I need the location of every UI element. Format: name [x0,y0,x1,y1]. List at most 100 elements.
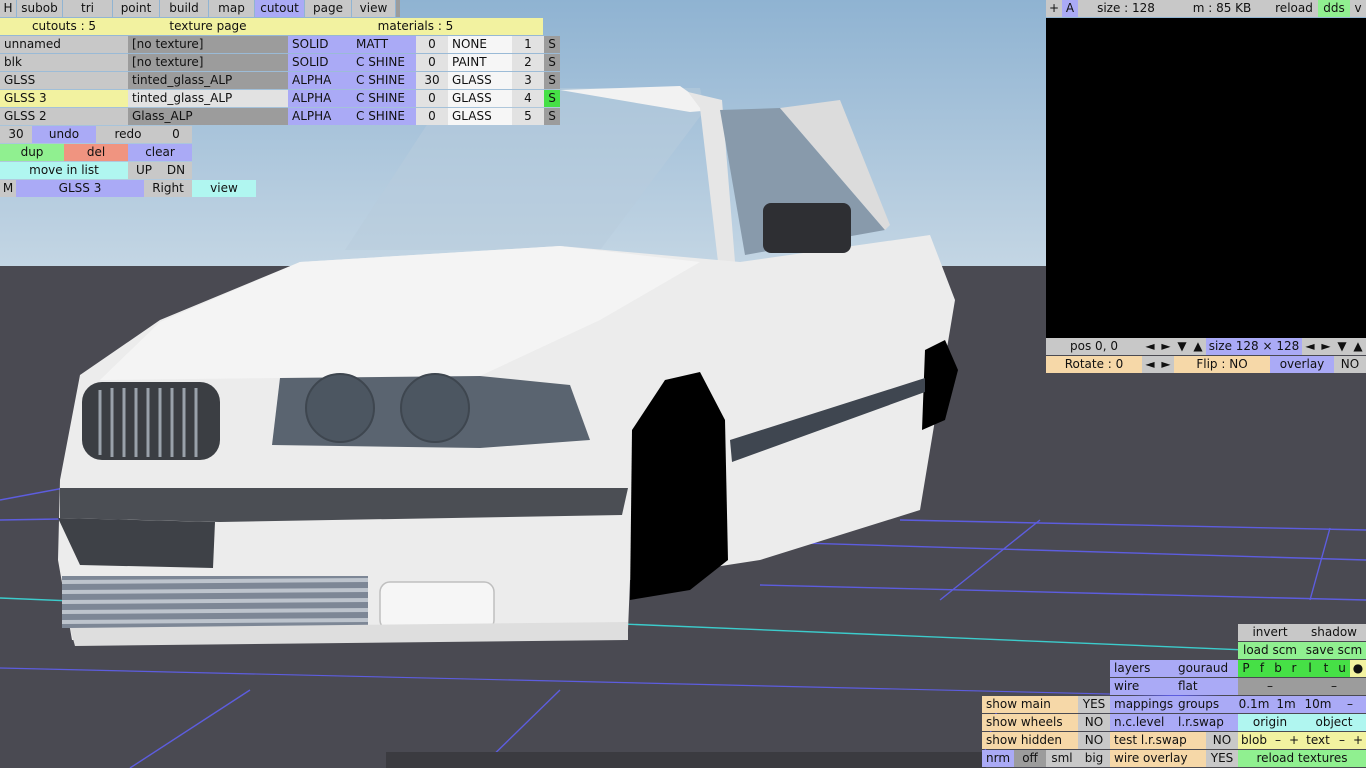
rotate-right-arrow-icon[interactable]: ► [1158,356,1174,373]
grid-1m-button[interactable]: 1m [1270,696,1302,713]
big-button[interactable]: big [1078,750,1110,767]
size-left-arrow-icon[interactable]: ◄ [1302,338,1318,355]
test-lr-swap-label[interactable]: test l.r.swap [1110,732,1206,749]
cutout-shine[interactable]: C SHINE [352,72,416,89]
blob-minus-button[interactable]: – [1270,732,1286,749]
v-button[interactable]: v [1350,0,1366,17]
cutout-select-button[interactable]: S [544,36,560,53]
reload-textures-button[interactable]: reload textures [1238,750,1366,767]
nc-level-button[interactable]: n.c.level [1110,714,1174,731]
move-down-button[interactable]: DN [160,162,192,179]
undo-button[interactable]: undo [32,126,96,143]
pos-right-arrow-icon[interactable]: ► [1158,338,1174,355]
clear-button[interactable]: clear [128,144,192,161]
cutout-material[interactable]: GLASS [448,90,512,107]
save-scm-button[interactable]: save scm [1302,642,1366,659]
overlay-button[interactable]: overlay [1270,356,1334,373]
lr-swap-button[interactable]: l.r.swap [1174,714,1238,731]
flip-toggle[interactable]: Flip : NO [1174,356,1270,373]
cutout-name[interactable]: GLSS [0,72,128,89]
cutout-mode[interactable]: ALPHA [288,108,352,125]
text-minus-button[interactable]: – [1334,732,1350,749]
move-up-button[interactable]: UP [128,162,160,179]
cutout-texture[interactable]: tinted_glass_ALP [128,72,288,89]
show-main-label[interactable]: show main [982,696,1078,713]
layer-toggle-7[interactable]: ● [1350,660,1366,677]
size-right-arrow-icon[interactable]: ► [1318,338,1334,355]
cutout-select-button[interactable]: S [544,90,560,107]
menu-tab-build[interactable]: build [160,0,208,17]
cutout-texture[interactable]: Glass_ALP [128,108,288,125]
cutout-select-button[interactable]: S [544,108,560,125]
object-button[interactable]: object [1302,714,1366,731]
mappings-button[interactable]: mappings [1110,696,1174,713]
cutout-select-button[interactable]: S [544,72,560,89]
layer-toggle-0[interactable]: P [1238,660,1254,677]
cutout-value[interactable]: 0 [416,36,448,53]
cutout-value[interactable]: 30 [416,72,448,89]
layer-toggle-2[interactable]: b [1270,660,1286,677]
groups-button[interactable]: groups [1174,696,1238,713]
cutout-material[interactable]: NONE [448,36,512,53]
layer-toggle-6[interactable]: u [1334,660,1350,677]
cutout-texture[interactable]: tinted_glass_ALP [128,90,288,107]
blob-plus-button[interactable]: + [1286,732,1302,749]
wire-overlay-label[interactable]: wire overlay [1110,750,1206,767]
size-up-arrow-icon[interactable]: ▲ [1350,338,1366,355]
layer-toggle-4[interactable]: l [1302,660,1318,677]
cutout-mode[interactable]: SOLID [288,54,352,71]
menu-tab-subob[interactable]: subob [17,0,62,17]
grid-off-button[interactable]: – [1334,696,1366,713]
cutout-shine[interactable]: C SHINE [352,108,416,125]
cutout-index[interactable]: 5 [512,108,544,125]
view-button[interactable]: view [192,180,256,197]
rotate-left-arrow-icon[interactable]: ◄ [1142,356,1158,373]
cutout-name[interactable]: unnamed [0,36,128,53]
cutout-material[interactable]: GLASS [448,108,512,125]
cutout-value[interactable]: 0 [416,90,448,107]
dup-button[interactable]: dup [0,144,64,161]
add-texture-button[interactable]: + [1046,0,1062,17]
alpha-a-button[interactable]: A [1062,0,1078,17]
layer-toggle-5[interactable]: t [1318,660,1334,677]
show-wheels-label[interactable]: show wheels [982,714,1078,731]
cutout-material[interactable]: PAINT [448,54,512,71]
mirror-m-button[interactable]: M [0,180,16,197]
pos-up-arrow-icon[interactable]: ▲ [1190,338,1206,355]
cutout-name[interactable]: GLSS 2 [0,108,128,125]
cutout-material[interactable]: GLASS [448,72,512,89]
redo-button[interactable]: redo [96,126,160,143]
cutout-name[interactable]: blk [0,54,128,71]
cutout-shine[interactable]: MATT [352,36,416,53]
cutout-index[interactable]: 3 [512,72,544,89]
cutout-mode[interactable]: ALPHA [288,90,352,107]
grid-0-1m-button[interactable]: 0.1m [1238,696,1270,713]
texture-preview-canvas[interactable] [1046,18,1366,338]
size-down-arrow-icon[interactable]: ▼ [1334,338,1350,355]
pos-down-arrow-icon[interactable]: ▼ [1174,338,1190,355]
sml-button[interactable]: sml [1046,750,1078,767]
cutout-index[interactable]: 4 [512,90,544,107]
flat-button[interactable]: flat [1174,678,1238,695]
cutout-value[interactable]: 0 [416,54,448,71]
menu-tab-page[interactable]: page [305,0,351,17]
layer-toggle-1[interactable]: f [1254,660,1270,677]
reload-button[interactable]: reload [1270,0,1318,17]
selected-cutout-name[interactable]: GLSS 3 [16,180,144,197]
cutout-shine[interactable]: C SHINE [352,54,416,71]
cutout-value[interactable]: 0 [416,108,448,125]
gouraud-button[interactable]: gouraud [1174,660,1238,677]
off-button[interactable]: off [1014,750,1046,767]
menu-tab-view[interactable]: view [352,0,395,17]
cutout-name[interactable]: GLSS 3 [0,90,128,107]
cutout-texture[interactable]: [no texture] [128,54,288,71]
grid-10m-button[interactable]: 10m [1302,696,1334,713]
side-right-button[interactable]: Right [144,180,192,197]
dds-button[interactable]: dds [1318,0,1350,17]
layers-button[interactable]: layers [1110,660,1174,677]
menu-tab-tri[interactable]: tri [63,0,112,17]
menu-tab-point[interactable]: point [113,0,159,17]
load-scm-button[interactable]: load scm [1238,642,1302,659]
wire-button[interactable]: wire [1110,678,1174,695]
menu-tab-cutout[interactable]: cutout [255,0,304,17]
